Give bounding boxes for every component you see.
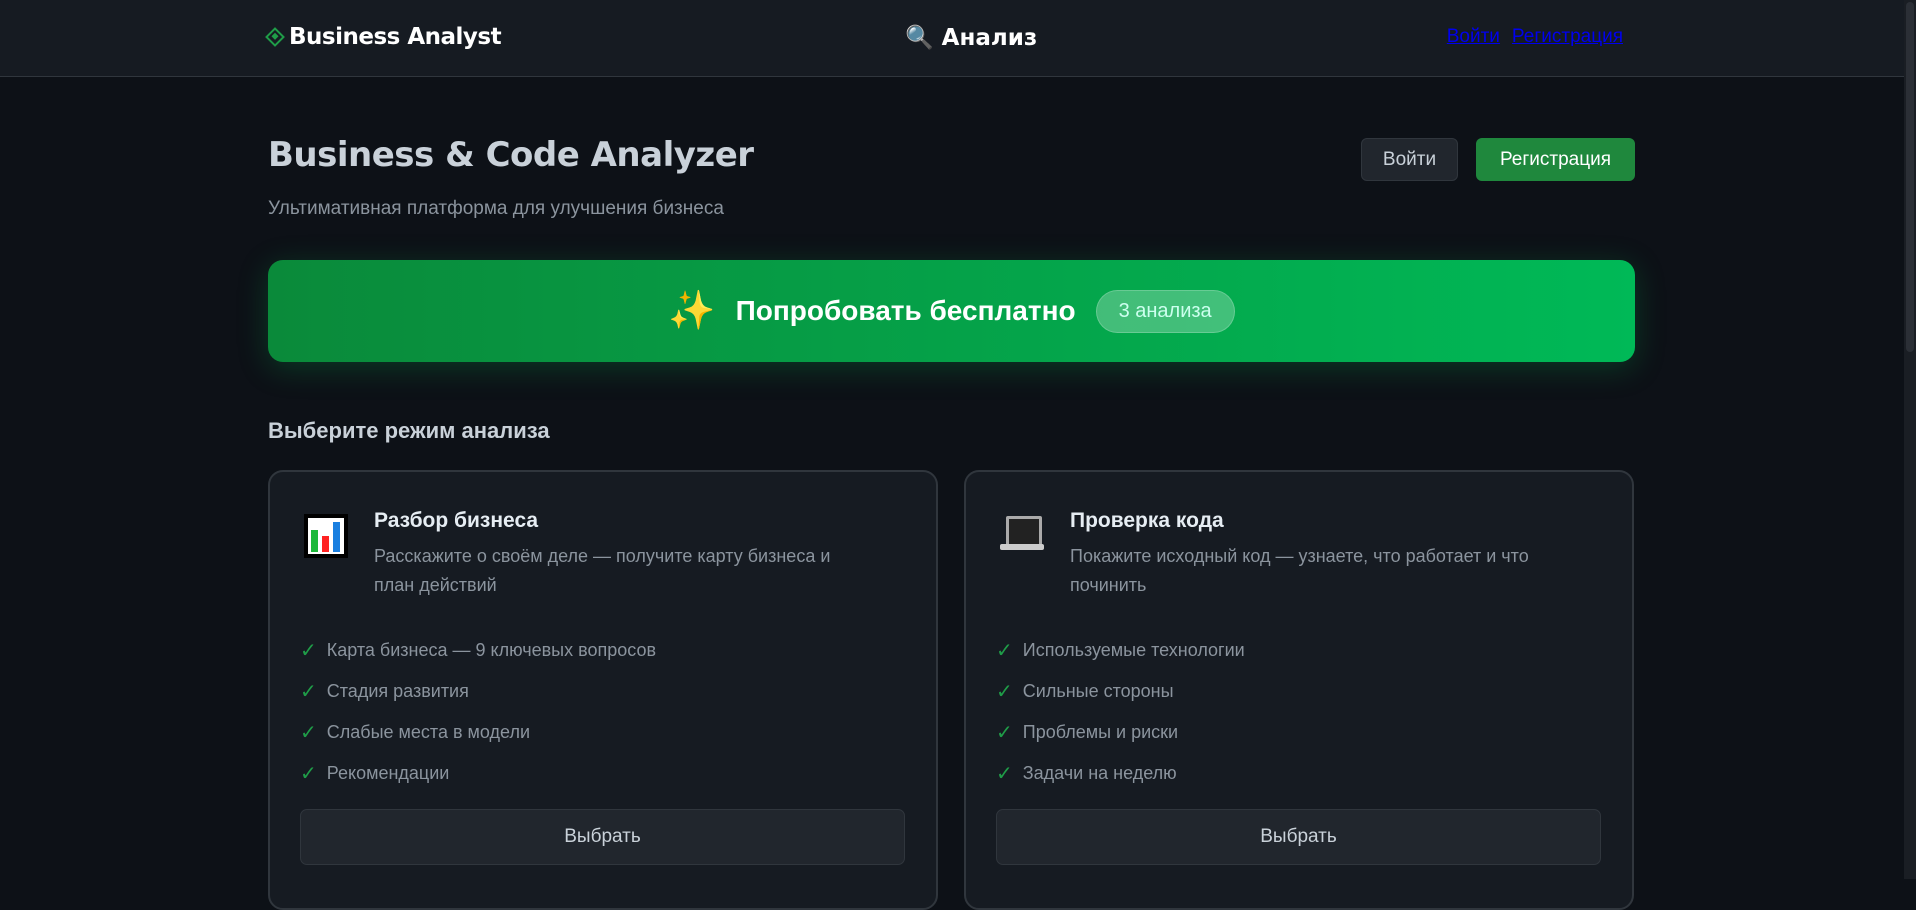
feature-list: ✓ Карта бизнеса — 9 ключевых вопросов ✓ Ст… — [300, 630, 656, 794]
login-button[interactable]: Войти — [1361, 138, 1458, 181]
scrollbar[interactable] — [1904, 0, 1916, 879]
list-item: ✓ Стадия развития — [300, 671, 656, 712]
check-icon: ✓ — [300, 763, 317, 785]
feature-text: Стадия развития — [326, 681, 469, 701]
check-icon: ✓ — [996, 681, 1013, 703]
card-title: Разбор бизнеса — [374, 509, 539, 532]
try-free-banner[interactable]: ✨ Попробовать бесплатно 3 анализа — [268, 260, 1635, 362]
list-item: ✓ Проблемы и риски — [996, 712, 1245, 753]
list-item: ✓ Рекомендации — [300, 753, 656, 794]
select-code-button[interactable]: Выбрать — [996, 809, 1601, 865]
check-icon: ✓ — [996, 722, 1013, 744]
card-title: Проверка кода — [1070, 509, 1224, 532]
register-link[interactable]: Регистрация — [1512, 26, 1623, 48]
check-icon: ✓ — [300, 722, 317, 744]
card-description: Расскажите о своём деле — получите карту… — [374, 546, 831, 595]
feature-text: Сильные стороны — [1022, 681, 1174, 701]
feature-list: ✓ Используемые технологии ✓ Сильные сторон… — [996, 630, 1245, 794]
diamond-icon — [265, 27, 285, 47]
register-button[interactable]: Регистрация — [1476, 138, 1635, 181]
laptop-icon — [1000, 514, 1044, 564]
feature-text: Проблемы и риски — [1022, 722, 1179, 742]
list-item: ✓ Используемые технологии — [996, 630, 1245, 671]
nav-analysis[interactable]: 🔍 Анализ — [905, 24, 1037, 51]
mode-card-code[interactable]: Проверка кода Покажите исходный код — уз… — [964, 470, 1634, 910]
page-subtitle: Ультимативная платформа для улучшения би… — [268, 198, 724, 219]
nav-auth-links: Войти Регистрация — [1447, 26, 1623, 48]
list-item: ✓ Слабые места в модели — [300, 712, 656, 753]
check-icon: ✓ — [300, 640, 317, 662]
list-item: ✓ Сильные стороны — [996, 671, 1245, 712]
check-icon: ✓ — [996, 763, 1013, 785]
feature-text: Рекомендации — [326, 763, 450, 783]
mode-card-business[interactable]: Разбор бизнеса Расскажите о своём деле —… — [268, 470, 938, 910]
check-icon: ✓ — [300, 681, 317, 703]
list-item: ✓ Задачи на неделю — [996, 753, 1245, 794]
free-count-badge: 3 анализа — [1095, 289, 1235, 333]
card-description: Покажите исходный код — узнаете, что раб… — [1070, 546, 1529, 595]
feature-text: Задачи на неделю — [1022, 763, 1177, 783]
top-nav: Business Analyst 🔍 Анализ Войти Регистра… — [0, 0, 1904, 77]
feature-text: Карта бизнеса — 9 ключевых вопросов — [326, 640, 657, 660]
sparkles-icon: ✨ — [668, 290, 716, 332]
login-link[interactable]: Войти — [1447, 26, 1500, 48]
mode-heading: Выберите режим анализа — [268, 418, 550, 443]
list-item: ✓ Карта бизнеса — 9 ключевых вопросов — [300, 630, 656, 671]
logo-text: Business Analyst — [289, 24, 502, 50]
scrollbar-thumb[interactable] — [1906, 2, 1914, 352]
page-title: Business & Code Analyzer — [268, 135, 754, 175]
feature-text: Слабые места в модели — [326, 722, 531, 742]
feature-text: Используемые технологии — [1022, 640, 1245, 660]
try-free-label: Попробовать бесплатно — [735, 295, 1076, 326]
check-icon: ✓ — [996, 640, 1013, 662]
bar-chart-icon — [304, 514, 348, 568]
select-business-button[interactable]: Выбрать — [300, 809, 905, 865]
logo[interactable]: Business Analyst — [265, 24, 502, 50]
